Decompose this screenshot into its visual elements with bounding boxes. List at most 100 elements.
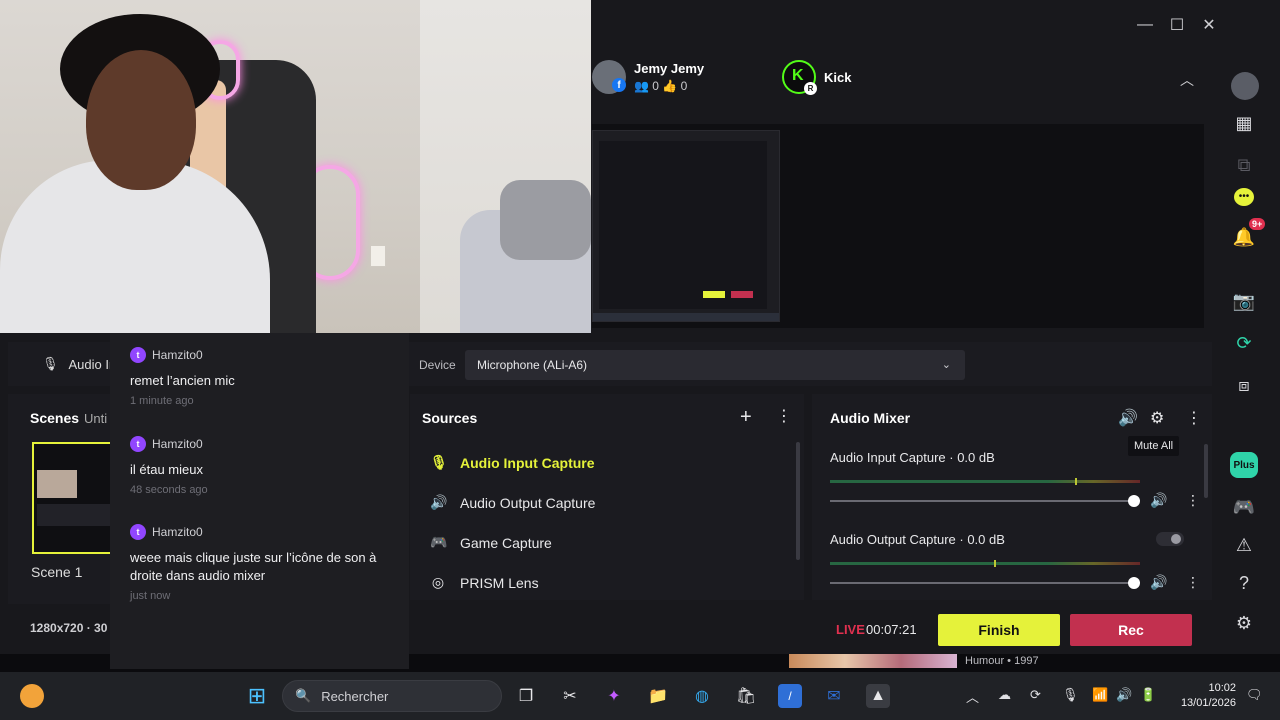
- channel-name: Jemy Jemy: [634, 61, 705, 76]
- channel-speaker-icon[interactable]: 🔊: [1150, 574, 1167, 591]
- studio-mode-icon[interactable]: ⧈: [1231, 372, 1257, 398]
- cam-wall-plate: [370, 245, 386, 267]
- minimize-button[interactable]: —: [1137, 16, 1153, 33]
- chat-icon[interactable]: •••: [1231, 184, 1257, 210]
- source-audio-output[interactable]: 🔊 Audio Output Capture: [430, 494, 595, 511]
- volume-slider-knob[interactable]: [1128, 577, 1140, 589]
- chevron-up-icon[interactable]: ︿: [1180, 70, 1194, 90]
- channel-speaker-icon[interactable]: 🔊: [1150, 492, 1167, 509]
- channel-bar: f Jemy Jemy 👥 0 👍 0 K R Kick ︿: [592, 52, 1216, 108]
- copilot-icon[interactable]: ✦: [602, 684, 626, 708]
- channel-more-icon[interactable]: ⋮: [1186, 492, 1200, 509]
- weather-widget-icon[interactable]: [20, 684, 44, 708]
- alert-icon[interactable]: ⚠: [1231, 532, 1257, 558]
- add-source-button[interactable]: +: [740, 406, 752, 429]
- close-button[interactable]: ✕: [1202, 17, 1216, 34]
- audio-meter: [830, 560, 1140, 567]
- toggle-knob: [1171, 534, 1181, 544]
- chevron-down-icon: ⌄: [941, 359, 951, 371]
- mixer-settings-icon[interactable]: ⚙: [1150, 408, 1164, 428]
- chat-text: weee mais clique juste sur l’icône de so…: [130, 550, 377, 583]
- taskbar-clock[interactable]: 10:02 13/01/2026: [1172, 681, 1236, 711]
- scenes-title: Scenes: [30, 410, 80, 426]
- tray-app-icon[interactable]: ☁: [998, 687, 1011, 703]
- gamepad-icon: 🎮: [430, 534, 448, 550]
- volume-icon[interactable]: 🔊: [1116, 687, 1132, 703]
- scene-collection-name[interactable]: Unti: [84, 411, 107, 426]
- notification-center-icon[interactable]: 🗨: [1246, 687, 1263, 703]
- finish-button[interactable]: Finish: [938, 614, 1060, 646]
- sources-more-icon[interactable]: ⋮: [776, 406, 792, 426]
- source-game-capture[interactable]: 🎮 Game Capture: [430, 534, 552, 551]
- store-icon[interactable]: 🛍: [734, 684, 758, 708]
- battery-icon[interactable]: 🔋: [1140, 687, 1156, 703]
- multiview-icon[interactable]: ⧉: [1231, 152, 1257, 178]
- source-label: PRISM Lens: [460, 574, 539, 591]
- stream-preview: [592, 130, 780, 322]
- device-select[interactable]: Microphone (ALi-A6) ⌄: [465, 350, 965, 380]
- chat-message: t Hamzito0 remet l’ancien mic 1 minute ag…: [130, 347, 390, 407]
- twitch-icon: t: [130, 436, 146, 452]
- mixer-channel-title: Audio Input Capture · 0.0 dB: [830, 450, 995, 465]
- channel-kick[interactable]: K R Kick: [782, 60, 852, 95]
- volume-slider[interactable]: [830, 495, 1140, 507]
- profile-avatar[interactable]: [1231, 72, 1259, 100]
- channel-more-icon[interactable]: ⋮: [1186, 574, 1200, 591]
- cam-person-head: [86, 50, 196, 190]
- taskbar-search[interactable]: 🔍 Rechercher: [282, 680, 502, 712]
- source-audio-input[interactable]: 🎙 Audio Input Capture: [430, 454, 595, 471]
- outlook-icon[interactable]: ✉: [822, 684, 846, 708]
- chat-username: Hamzito0: [152, 525, 203, 539]
- tray-sync-icon[interactable]: ⟳: [1030, 687, 1041, 703]
- likes-icon: 👍: [662, 79, 678, 93]
- source-prism-lens[interactable]: ◎ PRISM Lens: [430, 574, 539, 591]
- maximize-button[interactable]: ☐: [1170, 17, 1184, 34]
- live-timer: 00:07:21: [866, 622, 917, 637]
- start-button[interactable]: ⊞: [245, 683, 269, 708]
- virtual-camera-icon[interactable]: ⟳: [1231, 330, 1257, 356]
- capcut-icon[interactable]: ✂: [558, 684, 582, 708]
- source-label: Audio Output Capture: [460, 494, 596, 511]
- tray-mic-icon[interactable]: 🎙: [1062, 687, 1079, 703]
- file-explorer-icon[interactable]: 📁: [646, 684, 670, 708]
- editor-app-icon[interactable]: /: [778, 684, 802, 708]
- preview-taskbar-mini: [593, 313, 779, 321]
- scene-name[interactable]: Scene 1: [31, 564, 82, 580]
- prism-taskbar-icon[interactable]: ▲: [866, 684, 890, 708]
- settings-icon[interactable]: ⚙: [1231, 610, 1257, 636]
- meter-level-indicator: [1075, 478, 1077, 485]
- gamepad-icon[interactable]: 🎮: [1231, 494, 1257, 520]
- scene-thumbnail[interactable]: [32, 442, 116, 554]
- audio-mixer-title: Audio Mixer: [830, 410, 911, 426]
- tray-overflow-icon[interactable]: ︿: [966, 687, 979, 706]
- monitor-toggle[interactable]: [1156, 532, 1184, 546]
- mixer-more-icon[interactable]: ⋮: [1186, 408, 1202, 428]
- microphone-icon: 🎙: [42, 356, 59, 371]
- channel-name: Kick: [824, 69, 852, 85]
- notification-icon[interactable]: 🔔 9+: [1231, 218, 1266, 250]
- plus-button[interactable]: Plus: [1230, 452, 1258, 478]
- volume-slider[interactable]: [830, 577, 1140, 589]
- task-view-icon[interactable]: ❐: [514, 684, 538, 708]
- help-icon[interactable]: ?: [1231, 570, 1257, 596]
- viewers-icon: 👥: [634, 79, 649, 93]
- chat-time: 48 seconds ago: [130, 484, 208, 496]
- layout-icon[interactable]: ▦: [1231, 110, 1257, 136]
- volume-slider-knob[interactable]: [1128, 495, 1140, 507]
- rec-button[interactable]: Rec: [1070, 614, 1192, 646]
- chat-username: Hamzito0: [152, 348, 203, 362]
- channel-facebook[interactable]: f Jemy Jemy 👥 0 👍 0: [592, 60, 704, 94]
- scene-thumb-cam: [37, 470, 77, 498]
- bottom-strip-text: Humour • 1997: [965, 655, 1039, 667]
- mixer-channel-name: Audio Input Capture: [830, 450, 946, 465]
- window-controls: — ☐ ✕: [1137, 16, 1216, 34]
- camera-icon[interactable]: 📷: [1231, 288, 1257, 314]
- audio-mixer-panel: Audio Mixer 🔊 ⚙ ⋮ Audio Input Capture · …: [812, 394, 1212, 600]
- sources-scrollbar[interactable]: [796, 442, 800, 560]
- device-select-value: Microphone (ALi-A6): [477, 358, 588, 372]
- notification-badge: 9+: [1249, 218, 1266, 230]
- mixer-scrollbar[interactable]: [1204, 444, 1208, 498]
- mute-all-speaker-icon[interactable]: 🔊: [1118, 408, 1138, 428]
- wifi-icon[interactable]: 📶: [1092, 687, 1108, 703]
- edge-icon[interactable]: ◍: [690, 684, 714, 708]
